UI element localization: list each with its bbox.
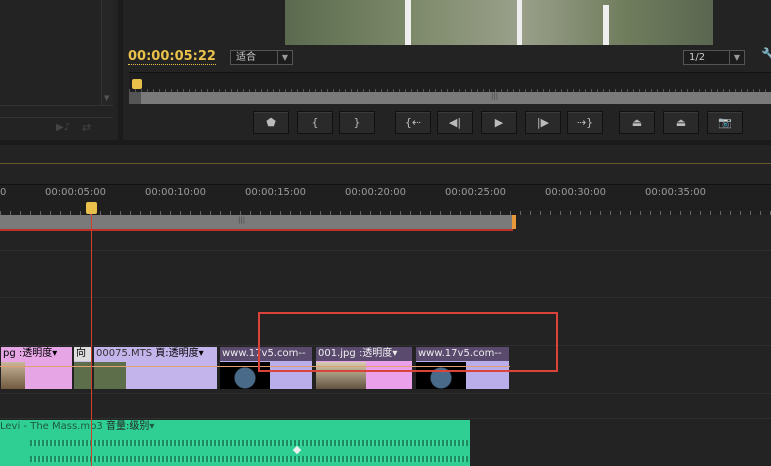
automate-icon[interactable]: ▶♪: [56, 122, 70, 133]
play-button[interactable]: ▶: [481, 111, 517, 134]
program-monitor: 00:00:05:22 适合 ▼ 1/2 ▼ 🔧 ||| ⬟ { } {⇠ ◀| ▶…: [123, 0, 771, 140]
zoom-scrollbar[interactable]: |||: [129, 92, 771, 104]
timecode[interactable]: 00:00:05:22: [128, 49, 216, 65]
video-clip[interactable]: 向: [73, 346, 93, 390]
resolution-select[interactable]: 1/2 ▼: [683, 50, 745, 65]
chevron-down-icon: ▼: [277, 51, 292, 64]
ruler-label: 00:00:20:00: [345, 187, 407, 198]
clip-effect: :透明度: [18, 348, 53, 359]
ruler-label: 00:00:05:00: [45, 187, 107, 198]
ruler-label: 00:00:30:00: [545, 187, 607, 198]
clip-effect: 頁:透明度: [155, 348, 199, 359]
playhead-line: [91, 213, 92, 466]
scroll-down-icon[interactable]: ▼: [104, 94, 109, 102]
ruler-label: 00:00:15:00: [245, 187, 307, 198]
track-divider: [0, 250, 771, 251]
track-divider: [0, 418, 771, 419]
panel-divider: [0, 105, 113, 118]
zoom-value: 适合: [236, 52, 256, 63]
work-area-bar[interactable]: |||: [0, 215, 513, 229]
waveform: [30, 440, 468, 446]
ruler-label: 00:00:35:00: [645, 187, 707, 198]
chevron-down-icon: ▼: [729, 51, 744, 64]
video-clip[interactable]: pg :透明度▾: [0, 346, 73, 390]
export-frame-button[interactable]: 📷: [707, 111, 743, 134]
clip-effect: 音量:级别: [105, 421, 150, 432]
scrollbar[interactable]: ▼: [101, 0, 113, 106]
mark-out-button[interactable]: }: [339, 111, 375, 134]
render-bar: [0, 229, 513, 231]
clip-name: Levi - The Mass.mp3: [0, 421, 103, 432]
add-marker-button[interactable]: ⬟: [253, 111, 289, 134]
mini-ruler[interactable]: [129, 72, 771, 92]
lift-button[interactable]: ⏏: [619, 111, 655, 134]
go-to-in-button[interactable]: {⇠: [395, 111, 431, 134]
step-forward-button[interactable]: |▶: [525, 111, 561, 134]
waveform: [30, 456, 468, 462]
highlight-box: [258, 312, 558, 372]
clip-name: 00075.MTS: [96, 348, 153, 359]
zoom-select[interactable]: 适合 ▼: [230, 50, 293, 65]
track-divider: [0, 297, 771, 298]
ruler-label: 00:00:10:00: [145, 187, 207, 198]
ruler-label: 0: [0, 187, 7, 198]
track-divider: [0, 393, 771, 394]
video-preview: [285, 0, 713, 45]
project-panel: ▼ ▶♪ ⇄: [0, 0, 118, 140]
mark-in-button[interactable]: {: [297, 111, 333, 134]
playhead-marker[interactable]: [132, 79, 142, 89]
ruler-label: 00:00:25:00: [445, 187, 507, 198]
extract-button[interactable]: ⏏: [663, 111, 699, 134]
clip-name: 向: [74, 347, 92, 361]
go-to-out-button[interactable]: ⇢}: [567, 111, 603, 134]
video-clip[interactable]: 00075.MTS 頁:透明度▾: [93, 346, 218, 390]
step-back-button[interactable]: ◀|: [437, 111, 473, 134]
volume-keyframe[interactable]: [292, 445, 302, 455]
clip-name: pg: [3, 348, 16, 359]
insert-icon[interactable]: ⇄: [82, 121, 91, 134]
resolution-value: 1/2: [689, 52, 706, 63]
audio-clip[interactable]: Levi - The Mass.mp3 音量:级别▾: [0, 420, 470, 466]
wrench-icon[interactable]: 🔧: [761, 48, 771, 63]
timeline-header-line: [0, 163, 771, 164]
playhead-handle[interactable]: [86, 202, 97, 214]
work-area-end-handle[interactable]: [512, 215, 516, 229]
